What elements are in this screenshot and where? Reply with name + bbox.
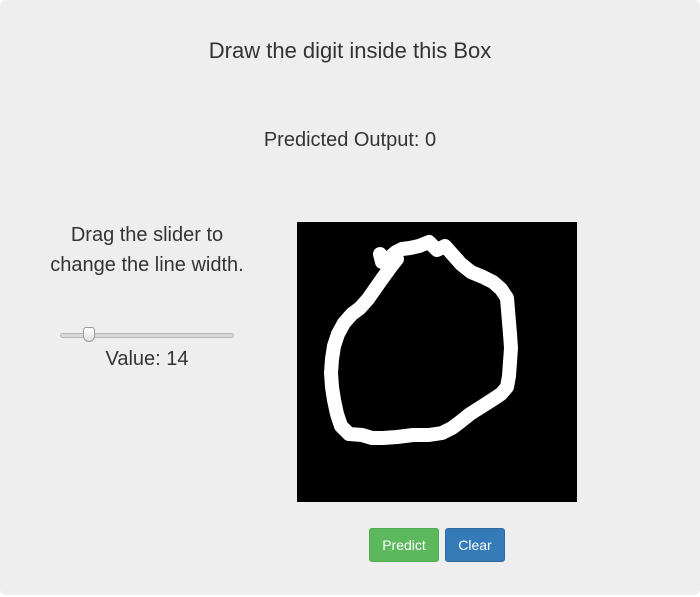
main-panel: Draw the digit inside this Box Predicted… (0, 0, 700, 595)
slider-value: 14 (166, 348, 189, 370)
predicted-output-value: 0 (425, 129, 437, 151)
slider-value-label: Value: (105, 348, 161, 370)
slider-thumb[interactable] (82, 327, 95, 342)
page-title: Draw the digit inside this Box (208, 38, 492, 63)
clear-button[interactable]: Clear (445, 528, 505, 562)
predicted-output-label: Predicted Output: (263, 129, 420, 151)
slider-instructions: Drag the slider to change the line width… (50, 224, 244, 276)
predict-button[interactable]: Predict (369, 528, 439, 562)
drawn-digit-stroke (324, 235, 518, 445)
drawing-canvas[interactable] (297, 222, 577, 502)
predicted-output: Predicted Output: 0 (0, 127, 700, 153)
slider-value-readout: Value: 14 (50, 345, 244, 373)
line-width-slider[interactable] (60, 327, 234, 345)
